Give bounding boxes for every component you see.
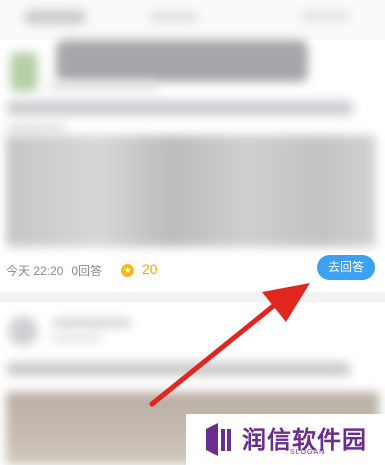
- top-tab-bar: [0, 0, 385, 40]
- blurred-user-subtext-2: [52, 334, 102, 342]
- tab-blurred-2[interactable]: [150, 12, 198, 22]
- watermark: 润信软件园 SLOGAN: [186, 414, 385, 465]
- question-meta: 今天 22:20 0回答: [6, 262, 102, 278]
- blurred-question-title[interactable]: [6, 100, 354, 116]
- go-answer-button[interactable]: 去回答: [317, 255, 375, 280]
- card-divider: [0, 292, 385, 302]
- post-time: 今天 22:20: [6, 263, 64, 278]
- reward-amount: 20: [142, 261, 158, 277]
- coin-icon: ★: [121, 264, 134, 277]
- blurred-username: [56, 40, 308, 82]
- tab-blurred-3[interactable]: [300, 10, 350, 22]
- blurred-question-title-line2: [6, 124, 66, 132]
- avatar-2[interactable]: [8, 316, 38, 346]
- watermark-slogan: SLOGAN: [290, 449, 326, 456]
- brand-logo-icon: [206, 423, 231, 456]
- blurred-question-title-2[interactable]: [6, 362, 351, 376]
- tab-blurred-1[interactable]: [24, 10, 86, 24]
- blurred-username-2: [52, 318, 132, 328]
- answer-count: 0回答: [71, 263, 103, 278]
- blurred-question-image[interactable]: [6, 135, 376, 247]
- blurred-user-subtext: [48, 82, 158, 90]
- avatar[interactable]: [10, 52, 38, 92]
